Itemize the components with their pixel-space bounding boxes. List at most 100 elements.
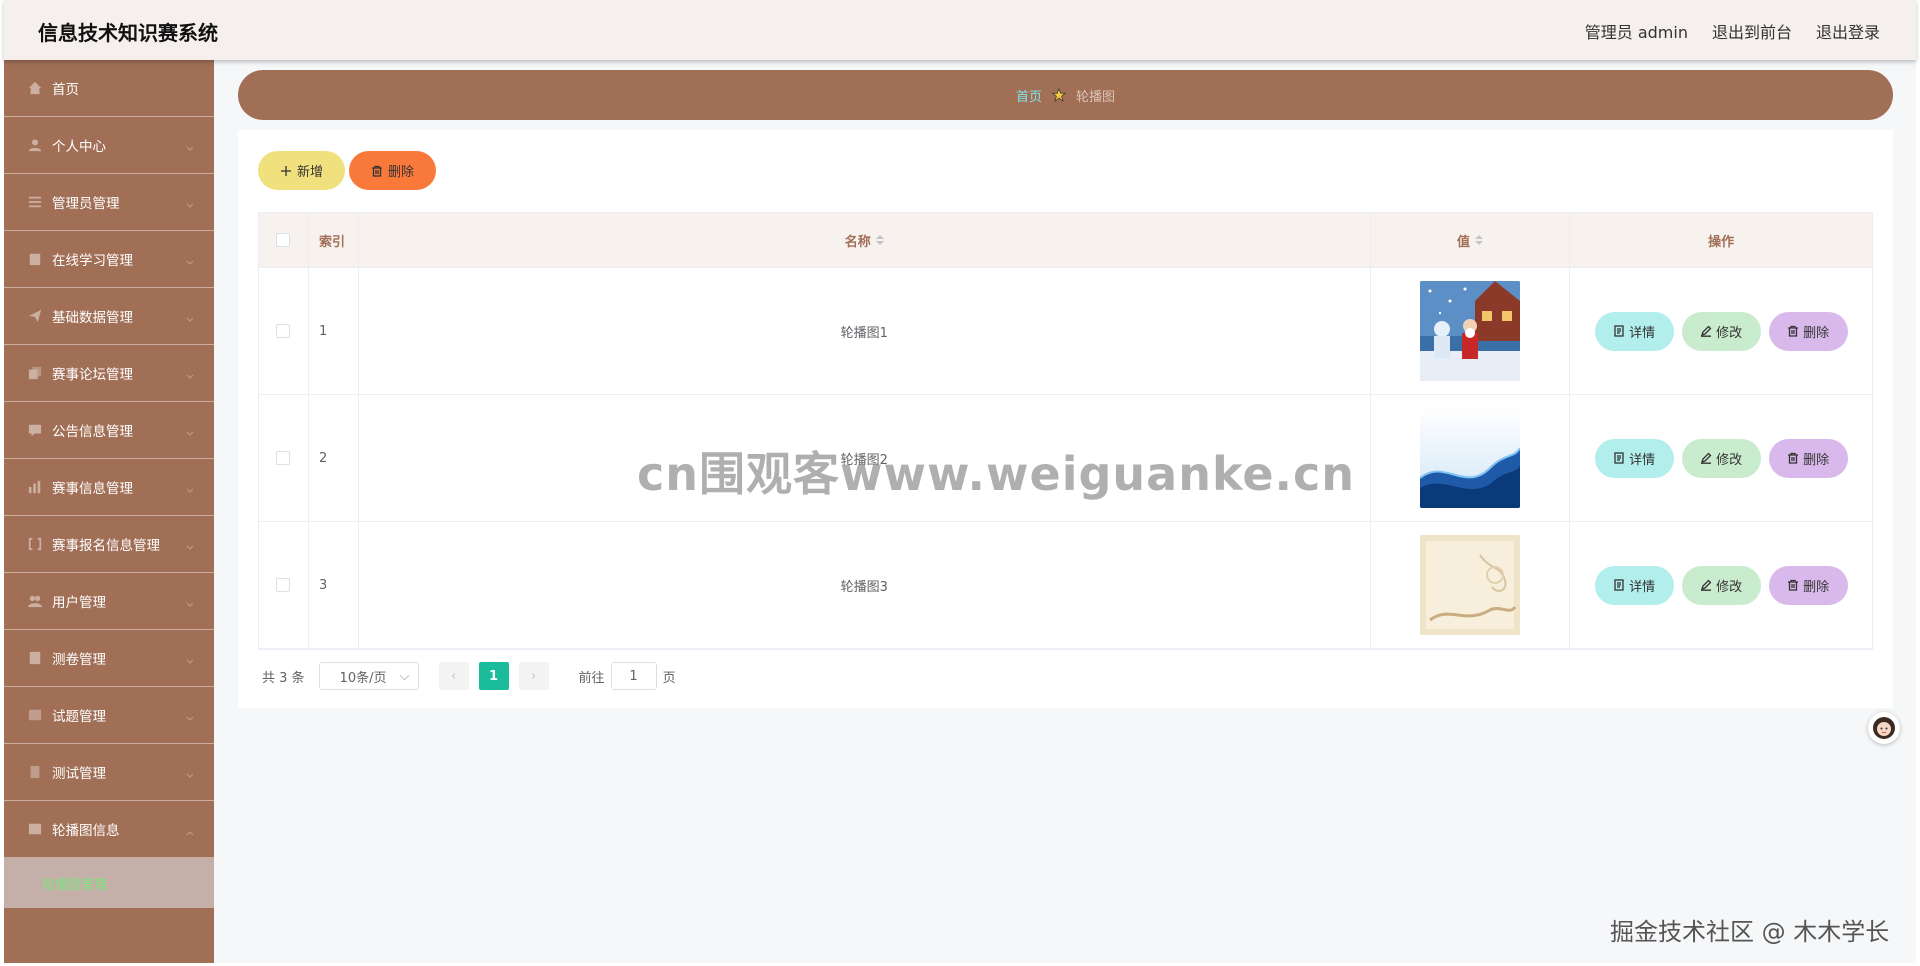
row-checkbox[interactable] [276,578,291,592]
row-name: 轮播图3 [359,522,1371,648]
carousel-thumbnail-cream[interactable] [1420,535,1520,635]
row-value-cell [1371,395,1571,521]
sidebar-subitem-carousel-management[interactable]: 轮播图管理 [4,858,214,908]
select-all-checkbox[interactable] [276,233,291,247]
sidebar-item-announcements[interactable]: 公告信息管理 [4,402,214,459]
sidebar-item-basic-data[interactable]: 基础数据管理 [4,288,214,345]
list-icon [28,195,42,209]
row-checkbox[interactable] [276,324,291,338]
row-check-cell [259,395,309,521]
delete-label: 删除 [1803,451,1830,467]
question-icon [28,708,42,722]
sidebar-item-admin-management[interactable]: 管理员管理 [4,174,214,231]
delete-label: 删除 [1803,324,1830,340]
sidebar-item-label: 赛事报名信息管理 [52,538,160,554]
sidebar-item-label: 试题管理 [52,709,106,725]
document-icon [1614,325,1624,337]
row-index: 3 [309,522,359,648]
logout-link[interactable]: 退出登录 [1816,19,1880,43]
batch-delete-button[interactable]: 删除 [349,151,436,190]
sidebar-item-personal-center[interactable]: 个人中心 [4,117,214,174]
header-name[interactable]: 名称 [359,213,1371,267]
sidebar-item-forum[interactable]: 赛事论坛管理 [4,345,214,402]
sidebar-item-label: 用户管理 [52,595,106,611]
delete-button[interactable]: 删除 [1768,311,1848,351]
sidebar-item-carousel-info[interactable]: 轮播图信息 [4,801,214,858]
pagination-total: 共 3 条 [262,670,305,686]
plus-icon [280,165,291,176]
add-button[interactable]: 新增 [258,151,345,190]
current-user: 管理员 admin [1584,23,1688,42]
paper-icon [28,651,42,665]
sidebar-item-label: 管理员管理 [52,196,120,212]
header-index: 索引 [309,213,359,267]
header-check-cell [259,213,309,267]
row-value-cell [1371,268,1571,394]
frame-icon [28,537,42,551]
edit-button[interactable]: 修改 [1681,438,1761,478]
edit-label: 修改 [1716,451,1743,467]
home-icon [28,81,42,95]
send-icon [28,309,42,323]
page-size-select[interactable]: 10条/页 [318,662,419,690]
chevron-up-icon [186,825,194,836]
carousel-thumbnail-wave[interactable] [1420,408,1520,508]
sidebar-item-test-management[interactable]: 测试管理 [4,744,214,801]
sidebar-item-label: 测卷管理 [52,652,106,668]
edit-label: 修改 [1716,578,1743,594]
header-value[interactable]: 值 [1371,213,1571,267]
page-number-button[interactable]: 1 [478,662,509,690]
chevron-down-icon [186,141,194,151]
chevron-down-icon [186,768,194,778]
chevron-down-icon [186,255,194,265]
main-content: 首页 轮播图 新增 删除 索引 名称 值 操作 1 轮播图1 详情 修改 删除 … [214,60,1916,963]
image-icon [28,822,42,836]
row-checkbox[interactable] [276,451,291,465]
delete-button[interactable]: 删除 [1768,565,1848,605]
chevron-down-icon [186,540,194,550]
pagination: 共 3 条 10条/页 ‹ 1 › 前往 页 [262,662,676,690]
page-size-value: 10条/页 [339,670,387,686]
sort-icon[interactable] [875,235,884,245]
edit-icon [1701,579,1712,591]
chevron-right-icon: › [530,668,537,684]
sort-icon[interactable] [1475,235,1483,245]
exit-to-front-link[interactable]: 退出到前台 [1712,19,1792,43]
delete-button[interactable]: 删除 [1768,438,1848,478]
goto-page-input[interactable] [610,662,657,690]
goto-label: 前往 [578,670,605,686]
sidebar-item-user-management[interactable]: 用户管理 [4,573,214,630]
detail-button[interactable]: 详情 [1594,438,1674,478]
sidebar-item-online-learning[interactable]: 在线学习管理 [4,231,214,288]
edit-button[interactable]: 修改 [1681,565,1761,605]
edit-button[interactable]: 修改 [1681,311,1761,351]
header-ops: 操作 [1708,234,1735,250]
row-index: 1 [309,268,359,394]
breadcrumb-home[interactable]: 首页 [1016,86,1042,105]
row-ops: 详情 修改 删除 [1570,268,1872,394]
sidebar-item-paper-management[interactable]: 测卷管理 [4,630,214,687]
test-icon [28,765,42,779]
carousel-thumbnail-santa[interactable] [1420,281,1520,381]
sidebar-item-event-info[interactable]: 赛事信息管理 [4,459,214,516]
chevron-left-icon: ‹ [450,668,457,684]
detail-button[interactable]: 详情 [1594,565,1674,605]
content-panel: 新增 删除 索引 名称 值 操作 1 轮播图1 详情 修改 删除 2 轮播图2 … [238,130,1893,708]
sidebar-item-label: 轮播图信息 [52,823,120,839]
prev-page-button[interactable]: ‹ [438,662,469,690]
row-ops: 详情 修改 删除 [1570,395,1872,521]
trash-icon [371,165,382,177]
sidebar-item-event-registration[interactable]: 赛事报名信息管理 [4,516,214,573]
app-title: 信息技术知识赛系统 [38,21,218,45]
edit-icon [1701,452,1712,464]
chevron-down-icon [186,483,194,493]
assistant-avatar[interactable] [1868,712,1900,744]
breadcrumb-current: 轮播图 [1076,89,1116,105]
next-page-button[interactable]: › [518,662,549,690]
sidebar-item-question-management[interactable]: 试题管理 [4,687,214,744]
sidebar-item-home[interactable]: 首页 [4,60,214,117]
top-header: 信息技术知识赛系统 管理员 admin 退出到前台 退出登录 [4,0,1916,60]
detail-button[interactable]: 详情 [1594,311,1674,351]
sidebar-item-label: 公告信息管理 [52,424,133,440]
credit-text: 掘金技术社区 @ 木木学长 [1610,918,1890,946]
